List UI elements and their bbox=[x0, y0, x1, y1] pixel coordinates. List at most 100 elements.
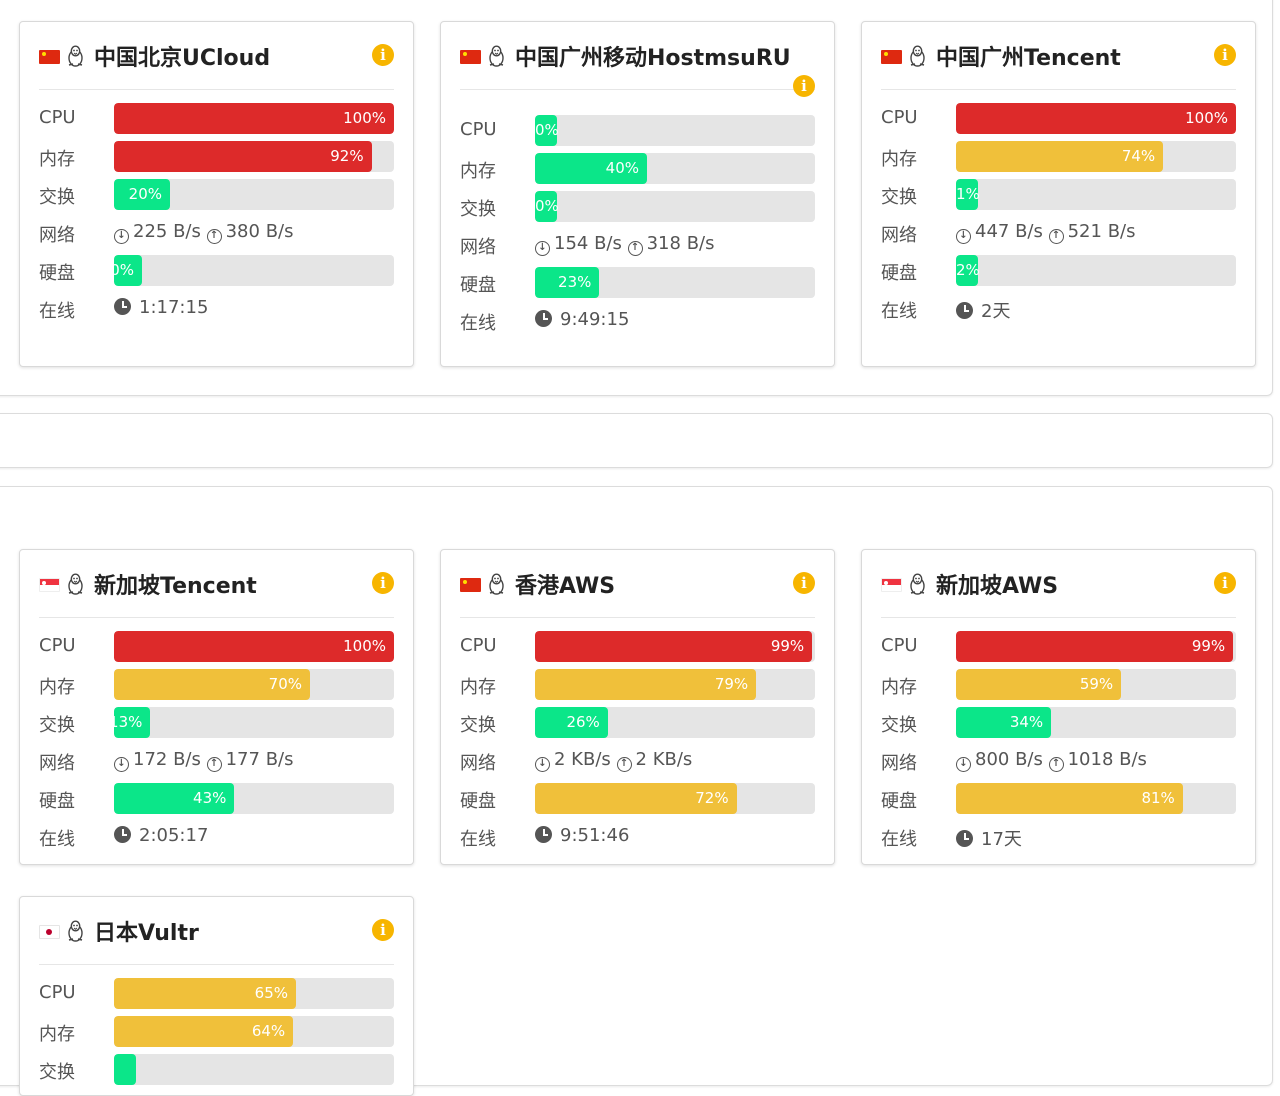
info-icon[interactable]: i bbox=[793, 75, 815, 97]
percent-label: 99% bbox=[770, 637, 805, 655]
disk-progress-bar: 81% bbox=[956, 783, 1236, 814]
mem-progress-fill: 74% bbox=[956, 141, 1164, 172]
percent-label: 81% bbox=[1141, 789, 1175, 807]
flag-icon bbox=[39, 578, 60, 592]
metric-label: 交换 bbox=[881, 715, 917, 736]
mem-progress-fill: 40% bbox=[535, 153, 647, 184]
metric-label: 硬盘 bbox=[881, 791, 917, 812]
clock-icon bbox=[535, 826, 552, 843]
server-card-header: 日本Vultr i bbox=[39, 897, 394, 965]
metric-row-swap: 交换 bbox=[39, 1052, 394, 1086]
server-card: 中国北京UCloud i CPU 100% 内存 92% 交换 20% 网络 ↓ 225 B/s ↑… bbox=[19, 21, 414, 367]
percent-label: 0% bbox=[535, 121, 559, 139]
metric-label: 网络 bbox=[39, 753, 75, 774]
cpu-progress-bar: 99% bbox=[535, 631, 815, 662]
server-card-header: 新加坡AWS i bbox=[881, 550, 1236, 618]
disk-progress-fill: 72% bbox=[535, 783, 737, 814]
disk-progress-bar: 2% bbox=[956, 255, 1236, 286]
cpu-progress-fill: 100% bbox=[114, 631, 394, 662]
percent-label: 0% bbox=[535, 197, 559, 215]
metric-row-online: 在线 2:05:17 bbox=[39, 819, 394, 853]
server-card: 中国广州移动HostmsuRU i CPU 0% 内存 40% 交换 0% 网络 ↓ 154 B/s… bbox=[440, 21, 835, 367]
upload-icon: ↑ bbox=[616, 757, 632, 772]
disk-progress-fill: 2% bbox=[956, 255, 980, 286]
cpu-progress-fill: 100% bbox=[956, 103, 1236, 134]
metric-label: CPU bbox=[39, 982, 76, 1003]
metric-label: 在线 bbox=[460, 313, 496, 334]
metric-label: 交换 bbox=[881, 187, 917, 208]
metric-label: CPU bbox=[39, 635, 76, 656]
metric-label: 交换 bbox=[460, 199, 496, 220]
mem-progress-bar: 74% bbox=[956, 141, 1236, 172]
metric-row-swap: 交换 26% bbox=[460, 705, 815, 739]
mem-progress-bar: 64% bbox=[114, 1016, 394, 1047]
metric-label: 网络 bbox=[460, 753, 496, 774]
metric-label: 交换 bbox=[39, 1062, 75, 1083]
metric-label: 内存 bbox=[881, 677, 917, 698]
metric-label: 硬盘 bbox=[39, 263, 75, 284]
swap-progress-fill: 0% bbox=[535, 191, 559, 222]
metric-row-net: 网络 ↓ 2 KB/s ↑ 2 KB/s bbox=[460, 743, 815, 777]
info-icon[interactable]: i bbox=[372, 44, 394, 66]
percent-label: 100% bbox=[1185, 109, 1228, 127]
metric-label: CPU bbox=[881, 107, 918, 128]
percent-label: 43% bbox=[193, 789, 227, 807]
metric-label: CPU bbox=[39, 107, 76, 128]
percent-label: 74% bbox=[1121, 147, 1156, 165]
disk-progress-fill: 23% bbox=[535, 267, 600, 298]
metric-row-online: 在线 1:17:15 bbox=[39, 291, 394, 325]
swap-progress-fill: 34% bbox=[956, 707, 1052, 738]
upload-icon: ↑ bbox=[206, 757, 222, 772]
server-card-header: 新加坡Tencent i bbox=[39, 550, 394, 618]
metric-row-disk: 硬盘 10% bbox=[39, 253, 394, 287]
cpu-progress-fill: 65% bbox=[114, 978, 296, 1009]
info-icon[interactable]: i bbox=[372, 919, 394, 941]
server-title: 日本Vultr bbox=[94, 921, 199, 946]
mem-progress-bar: 70% bbox=[114, 669, 394, 700]
swap-progress-fill: 26% bbox=[535, 707, 608, 738]
clock-icon bbox=[114, 298, 131, 315]
upload-icon: ↑ bbox=[627, 241, 643, 256]
cpu-progress-bar: 99% bbox=[956, 631, 1236, 662]
network-speed: ↓ 225 B/s ↑ 380 B/s bbox=[114, 221, 293, 244]
server-title: 香港AWS bbox=[515, 574, 616, 599]
metric-label: 内存 bbox=[39, 1024, 75, 1045]
mem-progress-bar: 59% bbox=[956, 669, 1236, 700]
percent-label: 2% bbox=[956, 261, 980, 279]
server-card: 中国广州Tencent i CPU 100% 内存 74% 交换 1% 网络 ↓ 447 B/s ↑… bbox=[861, 21, 1256, 367]
cpu-progress-fill: 100% bbox=[114, 103, 394, 134]
server-title: 中国广州移动HostmsuRU bbox=[515, 46, 791, 71]
flag-icon bbox=[460, 50, 481, 64]
uptime-value: 9:51:46 bbox=[560, 825, 630, 846]
swap-progress-bar: 20% bbox=[114, 179, 394, 210]
info-icon[interactable]: i bbox=[372, 572, 394, 594]
download-speed: 800 B/s bbox=[975, 749, 1043, 770]
metric-label: 硬盘 bbox=[460, 275, 496, 296]
disk-progress-fill: 81% bbox=[956, 783, 1183, 814]
clock-icon bbox=[114, 826, 131, 843]
info-icon[interactable]: i bbox=[1214, 44, 1236, 66]
info-icon[interactable]: i bbox=[1214, 572, 1236, 594]
info-icon[interactable]: i bbox=[793, 572, 815, 594]
metric-row-mem: 内存 64% bbox=[39, 1014, 394, 1048]
disk-progress-bar: 23% bbox=[535, 267, 815, 298]
linux-icon bbox=[910, 573, 925, 595]
swap-progress-bar: 0% bbox=[535, 191, 815, 222]
metric-row-net: 网络 ↓ 447 B/s ↑ 521 B/s bbox=[881, 215, 1236, 249]
swap-progress-bar bbox=[114, 1054, 394, 1085]
network-speed: ↓ 2 KB/s ↑ 2 KB/s bbox=[535, 749, 692, 772]
percent-label: 10% bbox=[114, 261, 134, 279]
server-card-header: 中国广州移动HostmsuRU i bbox=[460, 22, 815, 97]
percent-label: 64% bbox=[251, 1022, 286, 1040]
metric-row-cpu: CPU 99% bbox=[460, 629, 815, 663]
mem-progress-bar: 92% bbox=[114, 141, 394, 172]
server-card-header: 中国北京UCloud i bbox=[39, 22, 394, 90]
metric-row-cpu: CPU 65% bbox=[39, 976, 394, 1010]
metric-row-disk: 硬盘 72% bbox=[460, 781, 815, 815]
download-speed: 225 B/s bbox=[133, 221, 201, 242]
download-icon: ↓ bbox=[956, 229, 971, 244]
